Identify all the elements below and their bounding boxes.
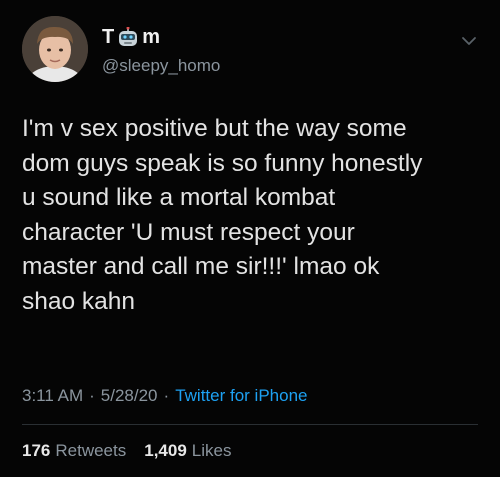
avatar[interactable]	[22, 16, 88, 82]
chevron-down-icon[interactable]	[460, 32, 478, 50]
display-name-suffix: m	[142, 26, 161, 48]
retweets-label: Retweets	[55, 441, 127, 460]
tweet-date[interactable]: 5/28/20	[101, 386, 158, 406]
avatar-image	[22, 16, 88, 82]
retweets-count: 176	[22, 441, 51, 460]
tweet-source-link[interactable]: Twitter for iPhone	[175, 386, 307, 406]
user-handle[interactable]: @sleepy_homo	[102, 56, 220, 76]
robot-face-emoji-icon	[117, 26, 139, 49]
likes-count: 1,409	[144, 441, 187, 460]
meta-separator: ·	[89, 386, 95, 405]
likes-label: Likes	[191, 441, 232, 460]
retweets-stat[interactable]: 176 Retweets	[22, 441, 126, 461]
tweet-stats: 176 Retweets 1,409 Likes	[22, 441, 231, 461]
divider	[22, 424, 478, 425]
tweet-time[interactable]: 3:11 AM	[22, 386, 83, 406]
tweet-metadata: 3:11 AM · 5/28/20 · Twitter for iPhone	[22, 386, 307, 406]
tweet-text: I'm v sex positive but the way some dom …	[22, 115, 423, 315]
display-name[interactable]: T m	[102, 26, 160, 49]
display-name-prefix: T	[102, 26, 115, 48]
meta-separator: ·	[163, 386, 170, 405]
likes-stat[interactable]: 1,409 Likes	[144, 441, 231, 461]
tweet-card: T m @sleepy_homo I'm v sex positive but …	[0, 0, 500, 477]
